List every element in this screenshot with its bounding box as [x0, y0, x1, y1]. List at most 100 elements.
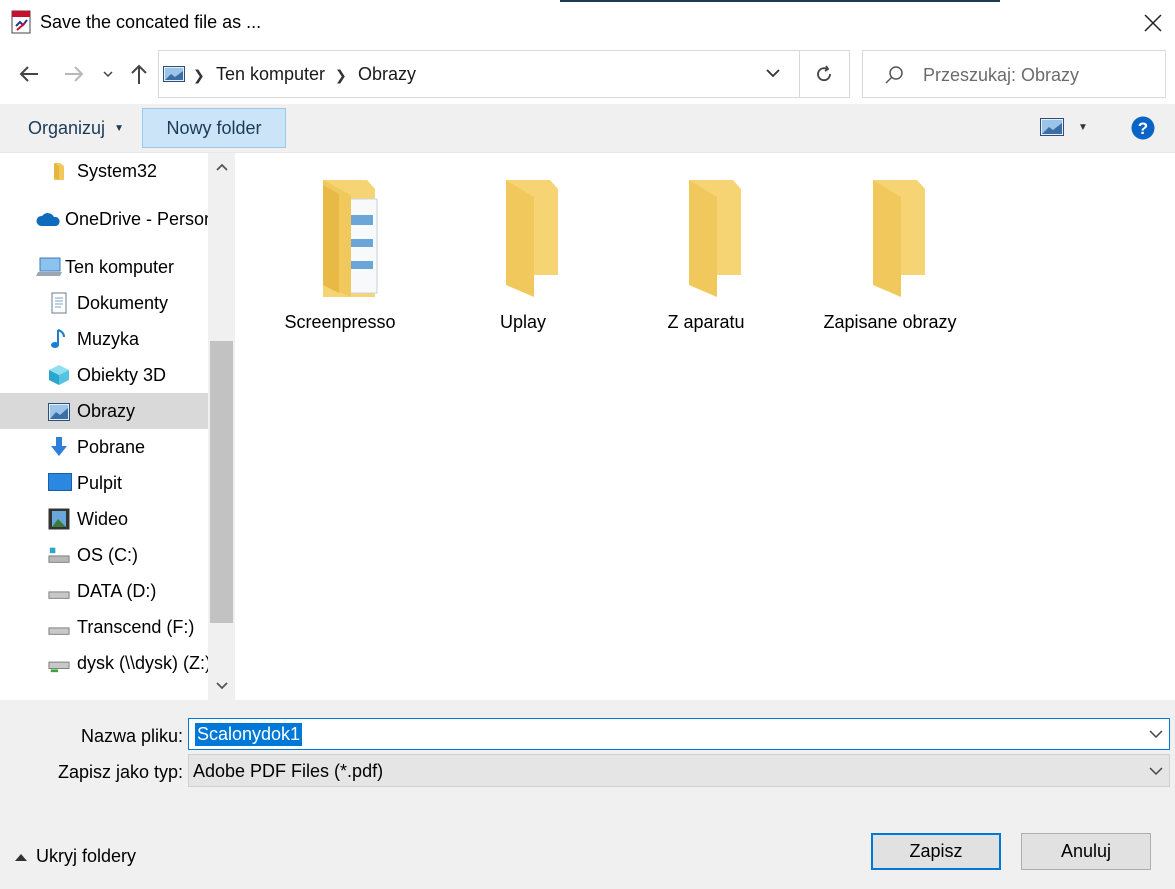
sidebar-item-label: Transcend (F:): [77, 616, 195, 637]
scroll-down-button[interactable]: [208, 672, 235, 700]
sidebar-item-drive-d[interactable]: DATA (D:): [0, 573, 208, 609]
help-button[interactable]: ?: [1131, 116, 1155, 145]
folder-icon: [48, 160, 70, 182]
folder-item[interactable]: Uplay: [448, 175, 598, 345]
sidebar-item-downloads[interactable]: Pobrane: [0, 429, 208, 465]
sidebar-item-label: dysk (\\dysk) (Z:): [77, 652, 211, 673]
sidebar-item-label: System32: [77, 160, 158, 181]
filename-value: Scalonydok1: [195, 723, 303, 746]
video-icon: [48, 508, 70, 530]
computer-icon: [36, 256, 62, 278]
sidebar-item-label: OS (C:): [77, 544, 138, 565]
arrow-up-icon: [131, 64, 147, 84]
drive-icon: [48, 544, 70, 566]
command-toolbar: Organizuj ▼ Nowy folder ▼ ?: [0, 104, 1175, 153]
folder-item[interactable]: Z aparatu: [631, 175, 781, 345]
navigation-pane: System32 OneDrive - Person Ten komputer …: [0, 153, 235, 700]
sidebar-item-this-pc[interactable]: Ten komputer: [0, 249, 208, 285]
sidebar-item-onedrive[interactable]: OneDrive - Person: [0, 201, 214, 237]
sidebar-item-label: Pobrane: [77, 436, 146, 457]
folder-label: Z aparatu: [667, 312, 745, 332]
folder-icon: [689, 180, 741, 297]
address-bar[interactable]: ❯ Ten komputer ❯ Obrazy: [158, 50, 850, 98]
sidebar-item-drive-f[interactable]: Transcend (F:): [0, 609, 208, 645]
sidebar-item-music[interactable]: Muzyka: [0, 321, 208, 357]
sidebar-item-drive-z[interactable]: dysk (\\dysk) (Z:): [0, 645, 211, 681]
sidebar-item-pictures[interactable]: Obrazy: [0, 393, 208, 429]
breadcrumb-item[interactable]: Obrazy: [358, 64, 416, 85]
sidebar-item-videos[interactable]: Wideo: [0, 501, 208, 537]
sidebar-item-3d-objects[interactable]: Obiekty 3D: [0, 357, 208, 393]
chevron-down-icon: [103, 71, 113, 78]
sidebar-item-label: Obiekty 3D: [77, 364, 167, 385]
arrow-right-icon: [65, 66, 84, 82]
sidebar-item-label: Wideo: [77, 508, 129, 529]
search-icon: [885, 66, 903, 84]
desktop-icon: [48, 472, 72, 494]
caret-up-icon: [15, 853, 27, 861]
refresh-button[interactable]: [814, 64, 834, 89]
filetype-value: Adobe PDF Files (*.pdf): [193, 761, 384, 781]
drive-icon: [48, 616, 70, 638]
filetype-select[interactable]: Adobe PDF Files (*.pdf): [188, 754, 1170, 787]
save-options-panel: Nazwa pliku: Scalonydok1 Zapisz jako typ…: [0, 700, 1175, 889]
chevron-up-icon: [215, 163, 228, 171]
folder-item[interactable]: Screenpresso: [265, 175, 415, 345]
window-title: Save the concated file as ...: [40, 12, 262, 32]
sidebar-scrollbar[interactable]: [208, 153, 235, 700]
breadcrumb-separator-icon: ❯: [193, 67, 205, 83]
sidebar-item-drive-c[interactable]: OS (C:): [0, 537, 208, 573]
navigation-row: ❯ Ten komputer ❯ Obrazy: [0, 46, 1175, 104]
sidebar-item-label: Obrazy: [77, 400, 136, 421]
sidebar-item-label: DATA (D:): [77, 580, 157, 601]
breadcrumb-item[interactable]: Ten komputer: [216, 64, 325, 85]
search-box[interactable]: [862, 50, 1166, 98]
cancel-button[interactable]: Anuluj: [1021, 833, 1151, 870]
network-drive-icon: [48, 652, 70, 674]
folder-icon: [506, 180, 558, 297]
recent-locations-button[interactable]: [98, 58, 118, 90]
address-dropdown-button[interactable]: [765, 65, 781, 86]
chevron-down-icon[interactable]: [1149, 726, 1163, 742]
filename-field[interactable]: Scalonydok1: [188, 718, 1170, 750]
sidebar-item-system32[interactable]: System32: [0, 153, 208, 189]
svg-text:?: ?: [1138, 119, 1148, 138]
up-button[interactable]: [126, 58, 152, 90]
address-separator: [799, 51, 800, 97]
sidebar-item-label: Muzyka: [77, 328, 140, 349]
document-icon: [48, 292, 70, 314]
back-button[interactable]: [12, 58, 46, 90]
download-icon: [48, 436, 70, 458]
view-options-button[interactable]: ▼: [1040, 118, 1088, 136]
pictures-icon: [48, 401, 70, 423]
search-input[interactable]: [923, 63, 1153, 87]
scroll-up-button[interactable]: [208, 153, 235, 181]
window-edge-line: [560, 0, 1000, 2]
scrollbar-thumb[interactable]: [210, 341, 233, 623]
save-button[interactable]: Zapisz: [871, 833, 1001, 870]
caret-down-icon: ▼: [1078, 121, 1088, 133]
music-icon: [48, 328, 70, 350]
sidebar-item-documents[interactable]: Dokumenty: [0, 285, 208, 321]
chevron-down-icon: [1149, 767, 1163, 776]
forward-button[interactable]: [58, 58, 90, 90]
folder-item[interactable]: Zapisane obrazy: [815, 175, 965, 345]
file-list: Screenpresso Uplay Z aparatu Zapisane ob…: [235, 153, 1175, 700]
folder-with-documents-icon: [323, 180, 378, 297]
sidebar-item-label: Dokumenty: [77, 292, 169, 313]
organize-menu-button[interactable]: Organizuj ▼: [28, 118, 124, 139]
new-folder-button[interactable]: Nowy folder: [142, 108, 286, 148]
breadcrumb-separator-icon: ❯: [335, 67, 347, 83]
arrow-left-icon: [19, 66, 38, 82]
close-icon: [1143, 14, 1162, 32]
help-icon: ?: [1131, 116, 1155, 140]
folder-label: Uplay: [499, 312, 547, 332]
sidebar-item-desktop[interactable]: Pulpit: [0, 465, 208, 501]
title-bar: Save the concated file as ...: [0, 0, 1175, 46]
hide-folders-label: Ukryj foldery: [36, 846, 137, 866]
cloud-icon: [35, 208, 61, 230]
sidebar-item-label: Ten komputer: [65, 256, 175, 277]
hide-folders-button[interactable]: Ukryj foldery: [14, 846, 136, 867]
close-button[interactable]: [1130, 0, 1175, 46]
pdf-app-icon: [11, 10, 33, 34]
